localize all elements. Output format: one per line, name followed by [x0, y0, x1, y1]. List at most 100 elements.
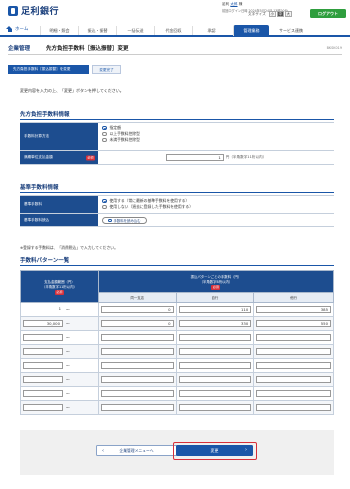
amount-from-input[interactable] — [23, 362, 63, 369]
nav-home[interactable]: ホーム — [6, 26, 28, 32]
table-row: ～ — [20, 358, 334, 373]
section-title-pattern: 手数料パターン一覧 — [20, 256, 334, 266]
bank-name: 足利銀行 — [21, 7, 60, 17]
font-size-medium-button[interactable]: 中 — [276, 11, 284, 17]
col-pattern-fee: 振込パターンごとの手数料（円） （半角数字6桁以内） 必須 — [97, 270, 335, 293]
amount-from-input[interactable] — [23, 404, 63, 411]
page-title: 先方負担手数料［振込振替］変更 — [46, 46, 129, 52]
tax-note: ※登録する手数料は、「消費税込」で入力してください。 — [20, 245, 118, 250]
nav-item-collection[interactable]: 代金回収 — [154, 26, 192, 35]
fee-info-table: 手数料計算方法 指定額 以上手数料控除型 未満手数料控除型 満期単位支払金額 必… — [20, 122, 334, 165]
screen-id: BKSK019 — [326, 46, 342, 50]
fee-other-input[interactable] — [256, 376, 331, 383]
bank-logo[interactable]: 足利銀行 — [8, 4, 59, 17]
amount-from-input[interactable] — [23, 390, 63, 397]
fee-same-input[interactable]: 0 — [100, 320, 174, 327]
refresh-icon — [108, 218, 112, 223]
radio-icon[interactable] — [102, 198, 107, 204]
table-row: ～ — [20, 400, 334, 415]
fee-other-input[interactable]: 385 — [256, 306, 331, 313]
table-row: 1 ～ 0 110 385 — [20, 302, 334, 317]
button-area: ‹ 企業管理メニューへ 変更 › — [20, 430, 334, 475]
font-size-small-button[interactable]: 小 — [268, 11, 276, 17]
load-fee-button[interactable]: 手数料を読み込む — [102, 217, 147, 224]
fee-own-input[interactable] — [178, 334, 252, 341]
nav-item-inquiry[interactable]: 明細・照会 — [40, 26, 78, 35]
base-fee-table: 基準手数料 使用する（常に最新の基準手数料を使用する） 使用しない（過去に登録し… — [20, 195, 334, 227]
base-fee-load-label: 基準手数料読込 — [20, 214, 98, 226]
fee-same-input[interactable] — [100, 390, 174, 397]
base-fee-option-not-use[interactable]: 使用しない（過去に登録した手数料を使用する） — [102, 204, 330, 210]
required-badge: 必須 — [85, 155, 95, 160]
section-title-fee-info: 先方負担手数料情報 — [20, 110, 334, 120]
base-fee-label: 基準手数料 — [20, 196, 98, 213]
nav-item-transfer[interactable]: 振込・振替 — [78, 26, 116, 35]
chevron-right-icon: › — [245, 447, 247, 453]
step-complete: 変更完了 — [92, 65, 121, 74]
table-row: ～ — [20, 386, 334, 401]
page-title-bar: 企業管理 先方負担手数料［振込振替］変更 BKSK019 — [8, 43, 342, 55]
amount-from-input[interactable] — [23, 348, 63, 355]
nav-home-label: ホーム — [15, 27, 29, 32]
amount-from-input[interactable] — [23, 376, 63, 383]
fee-same-input[interactable] — [100, 348, 174, 355]
bank-logo-icon — [8, 5, 18, 16]
fee-own-input[interactable] — [178, 348, 252, 355]
col-amount-range: 支払金額範囲（円） （半角数字11桁以内） 必須 — [20, 270, 99, 303]
amount-input[interactable]: 1 — [165, 154, 224, 161]
fee-own-input[interactable]: 330 — [178, 320, 252, 327]
radio-icon[interactable] — [102, 131, 107, 137]
fee-other-input[interactable] — [256, 362, 331, 369]
fee-own-input[interactable] — [178, 390, 252, 397]
nav-item-management[interactable]: 管理業務 — [233, 25, 269, 36]
nav-item-approval[interactable]: 承認 — [192, 26, 230, 35]
fee-same-input[interactable] — [100, 376, 174, 383]
logout-button[interactable]: ログアウト — [310, 9, 346, 18]
radio-icon[interactable] — [102, 125, 107, 131]
amount-from-input[interactable]: 30,000 — [23, 320, 63, 327]
font-size-label: 文字サイズ — [248, 11, 266, 16]
table-row: 30,000 ～ 0 330 550 — [20, 316, 334, 331]
radio-icon[interactable] — [102, 204, 107, 210]
back-to-menu-button[interactable]: ‹ 企業管理メニューへ — [96, 445, 177, 456]
change-button[interactable]: 変更 › — [176, 445, 253, 456]
header: 足利銀行 足利 太郎 様 前回ログイン日時 2024年5月24日 13時20分 … — [0, 0, 350, 21]
table-row: ～ — [20, 344, 334, 359]
user-name[interactable]: 太郎 — [230, 2, 237, 6]
font-size-large-button[interactable]: 大 — [284, 11, 292, 17]
global-nav: ホーム 明細・照会 振込・振替 一括伝送 代金回収 承認 管理業務 サービス連携 — [0, 23, 350, 37]
fee-other-input[interactable] — [256, 348, 331, 355]
col-own-bank: 自行 — [175, 292, 255, 303]
chevron-left-icon: ‹ — [102, 448, 104, 454]
amount-from-text: 1 — [58, 306, 61, 311]
method-label: 手数料計算方法 — [20, 123, 98, 150]
nav-item-bulk[interactable]: 一括伝送 — [116, 26, 154, 35]
table-row: ～ — [20, 372, 334, 387]
fee-same-input[interactable] — [100, 334, 174, 341]
fee-own-input[interactable] — [178, 404, 252, 411]
amount-label: 満期単位支払金額 必須 — [20, 151, 98, 164]
nav-item-service[interactable]: サービス連携 — [270, 26, 312, 35]
fee-other-input[interactable] — [256, 404, 331, 411]
fee-other-input[interactable]: 550 — [256, 320, 331, 327]
fee-own-input[interactable] — [178, 376, 252, 383]
amount-unit: 円（半角数字11桁以内） — [225, 155, 267, 159]
instruction-text: 変更内容を入力の上、「変更」ボタンを押してください。 — [20, 88, 124, 93]
fee-same-input[interactable] — [100, 404, 174, 411]
fee-other-input[interactable] — [256, 390, 331, 397]
fee-pattern-table: 支払金額範囲（円） （半角数字11桁以内） 必須 振込パターンごとの手数料（円）… — [20, 270, 335, 415]
radio-icon[interactable] — [102, 137, 107, 143]
fee-own-input[interactable]: 110 — [178, 306, 252, 313]
page-category: 企業管理 — [8, 46, 31, 52]
fee-same-input[interactable] — [100, 362, 174, 369]
method-option-under[interactable]: 未満手数料控除型 — [102, 137, 330, 143]
user-suffix: 様 — [238, 2, 243, 6]
fee-other-input[interactable] — [256, 334, 331, 341]
submit-highlight: 変更 › — [173, 442, 257, 460]
table-row: ～ — [20, 330, 334, 345]
required-badge: 必須 — [211, 284, 221, 290]
font-size-switcher: 文字サイズ 小 中 大 — [248, 11, 292, 17]
fee-same-input[interactable]: 0 — [100, 306, 174, 313]
amount-from-input[interactable] — [23, 334, 63, 341]
fee-own-input[interactable] — [178, 362, 252, 369]
